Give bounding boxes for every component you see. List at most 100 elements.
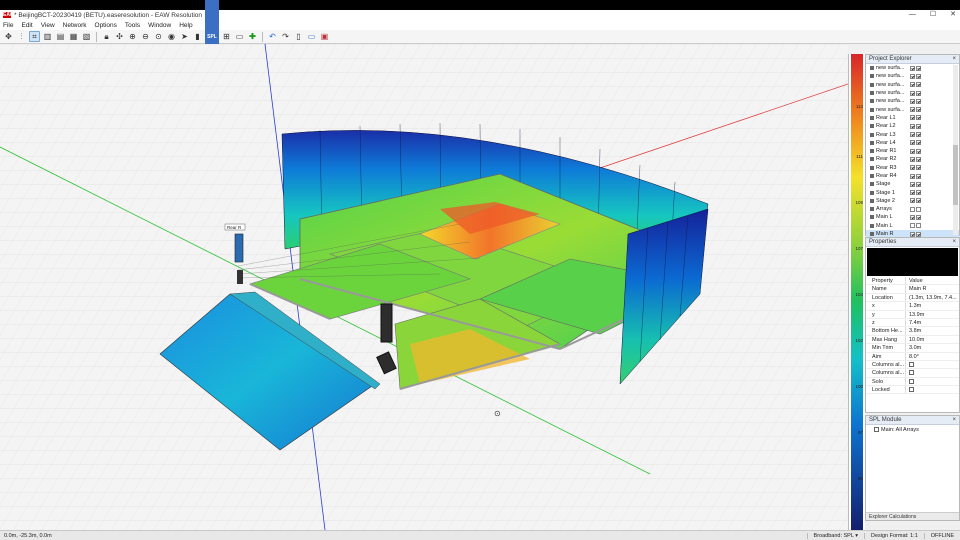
array-tool-icon[interactable]: ⫶ xyxy=(16,31,27,42)
sub-array[interactable] xyxy=(237,270,243,284)
menu-window[interactable]: Window xyxy=(148,22,171,29)
tree-item[interactable]: Main L xyxy=(866,213,959,221)
tree-item[interactable]: new surfa... xyxy=(866,72,959,80)
tree-item[interactable]: Rear L3 xyxy=(866,130,959,138)
property-row[interactable]: Columns al... xyxy=(866,369,959,378)
property-checkbox[interactable] xyxy=(909,378,914,384)
lock-checkbox[interactable] xyxy=(916,165,921,171)
property-value[interactable]: Value xyxy=(906,277,959,284)
property-checkbox[interactable] xyxy=(909,370,914,376)
tree-item[interactable]: new surfa... xyxy=(866,97,959,105)
property-row[interactable]: z 7.4m xyxy=(866,318,959,328)
tree-item[interactable]: new surfa... xyxy=(866,64,959,72)
lock-checkbox[interactable] xyxy=(916,231,921,237)
menu-help[interactable]: Help xyxy=(179,22,192,29)
property-value[interactable]: 7.4m xyxy=(906,319,959,326)
visibility-checkbox[interactable] xyxy=(910,73,915,79)
lock-checkbox[interactable] xyxy=(916,123,921,129)
property-row[interactable]: x 1.3m xyxy=(866,302,959,311)
property-row[interactable]: Min Trim 3.0m xyxy=(866,344,959,353)
undo-icon[interactable]: ↶ xyxy=(267,31,278,42)
visibility-checkbox[interactable] xyxy=(910,148,915,154)
speaker-icon[interactable]: ▮ xyxy=(192,31,203,42)
lock-checkbox[interactable] xyxy=(916,198,921,204)
property-value[interactable] xyxy=(906,369,959,376)
lock-checkbox[interactable] xyxy=(916,173,921,179)
property-value[interactable] xyxy=(906,386,959,393)
lock-checkbox[interactable] xyxy=(916,98,921,104)
lock-checkbox[interactable] xyxy=(916,90,921,96)
visibility-checkbox[interactable] xyxy=(910,181,915,187)
measure-icon[interactable]: ⊞ xyxy=(221,31,232,42)
property-value[interactable]: 1.3m xyxy=(906,302,959,309)
lock-checkbox[interactable] xyxy=(916,214,921,220)
menu-tools[interactable]: Tools xyxy=(125,22,140,29)
3d-viewport[interactable]: Rear R ⊙ xyxy=(0,44,848,530)
menu-file[interactable]: File xyxy=(3,22,13,29)
property-value[interactable]: 3.8m xyxy=(906,327,959,334)
visibility-checkbox[interactable] xyxy=(910,82,915,88)
visibility-checkbox[interactable] xyxy=(910,65,915,71)
close-button[interactable]: ✕ xyxy=(950,10,956,20)
spl-item-checkbox[interactable] xyxy=(874,427,879,433)
visibility-checkbox[interactable] xyxy=(910,156,915,162)
layers-tool-icon[interactable]: ▧ xyxy=(81,31,92,42)
lock-checkbox[interactable] xyxy=(916,140,921,146)
lock-checkbox[interactable] xyxy=(916,156,921,162)
property-row[interactable]: Max Hang 10.0m xyxy=(866,335,959,345)
rear-right-array[interactable] xyxy=(234,233,244,263)
tree-item[interactable]: Main L xyxy=(866,222,959,230)
property-row[interactable]: Name Main R xyxy=(866,285,959,294)
visibility-checkbox[interactable] xyxy=(910,206,915,212)
tree-item[interactable]: Stage 1 xyxy=(866,188,959,196)
tree-item[interactable]: new surfa... xyxy=(866,89,959,97)
property-value[interactable]: 13.9m xyxy=(906,311,959,318)
lock-checkbox[interactable] xyxy=(916,148,921,154)
lock-checkbox[interactable] xyxy=(916,223,921,229)
visibility-checkbox[interactable] xyxy=(910,173,915,179)
close-icon[interactable]: × xyxy=(952,238,956,247)
save-icon[interactable]: ▣ xyxy=(319,31,330,42)
property-row[interactable]: Bottom He... 3.8m xyxy=(866,327,959,336)
menu-view[interactable]: View xyxy=(41,22,55,29)
lock-checkbox[interactable] xyxy=(916,132,921,138)
tree-item[interactable]: Rear L4 xyxy=(866,139,959,147)
visibility-checkbox[interactable] xyxy=(910,123,915,129)
chart-tool-icon[interactable]: ▥ xyxy=(42,31,53,42)
zoom-fit-icon[interactable]: ⊙ xyxy=(153,31,164,42)
property-value[interactable]: (1.3m, 13.9m, 7.4... xyxy=(906,294,959,301)
tree-item[interactable]: Arrays xyxy=(866,205,959,213)
lock-checkbox[interactable] xyxy=(916,190,921,196)
zoom-in-icon[interactable]: ⊕ xyxy=(127,31,138,42)
ruler-icon[interactable]: ▭ xyxy=(234,31,245,42)
scrollbar-thumb[interactable] xyxy=(953,145,958,205)
property-row[interactable]: Aim 8.0° xyxy=(866,352,959,361)
property-value[interactable]: 10.0m xyxy=(906,336,959,343)
lock-icon[interactable]: 🔒︎ xyxy=(101,31,112,42)
visibility-checkbox[interactable] xyxy=(910,165,915,171)
tree-item[interactable]: Rear R4 xyxy=(866,172,959,180)
visibility-checkbox[interactable] xyxy=(910,90,915,96)
property-checkbox[interactable] xyxy=(909,387,914,393)
lock-checkbox[interactable] xyxy=(916,115,921,121)
property-row[interactable]: y 13.9m xyxy=(866,310,959,319)
tree-item[interactable]: Rear R1 xyxy=(866,147,959,155)
zoom-out-icon[interactable]: ⊖ xyxy=(140,31,151,42)
explorer-scrollbar[interactable] xyxy=(953,65,958,235)
close-icon[interactable]: × xyxy=(952,416,956,425)
new-file-icon[interactable]: ▯ xyxy=(293,31,304,42)
redo-icon[interactable]: ↷ xyxy=(280,31,291,42)
tree-item[interactable]: Stage xyxy=(866,180,959,188)
open-folder-icon[interactable]: ▭ xyxy=(306,31,317,42)
lock-checkbox[interactable] xyxy=(916,73,921,79)
property-row[interactable]: Location (1.3m, 13.9m, 7.4... xyxy=(866,293,959,303)
tree-item[interactable]: Stage 2 xyxy=(866,197,959,205)
maximize-button[interactable]: ☐ xyxy=(930,10,936,20)
3d-scene[interactable]: Rear R ⊙ xyxy=(0,44,848,530)
visibility-checkbox[interactable] xyxy=(910,140,915,146)
table-tool-icon[interactable]: ▦ xyxy=(68,31,79,42)
close-icon[interactable]: × xyxy=(952,55,956,64)
menu-edit[interactable]: Edit xyxy=(21,22,32,29)
property-row[interactable]: Columns al... xyxy=(866,360,959,370)
tree-item[interactable]: Rear L1 xyxy=(866,114,959,122)
